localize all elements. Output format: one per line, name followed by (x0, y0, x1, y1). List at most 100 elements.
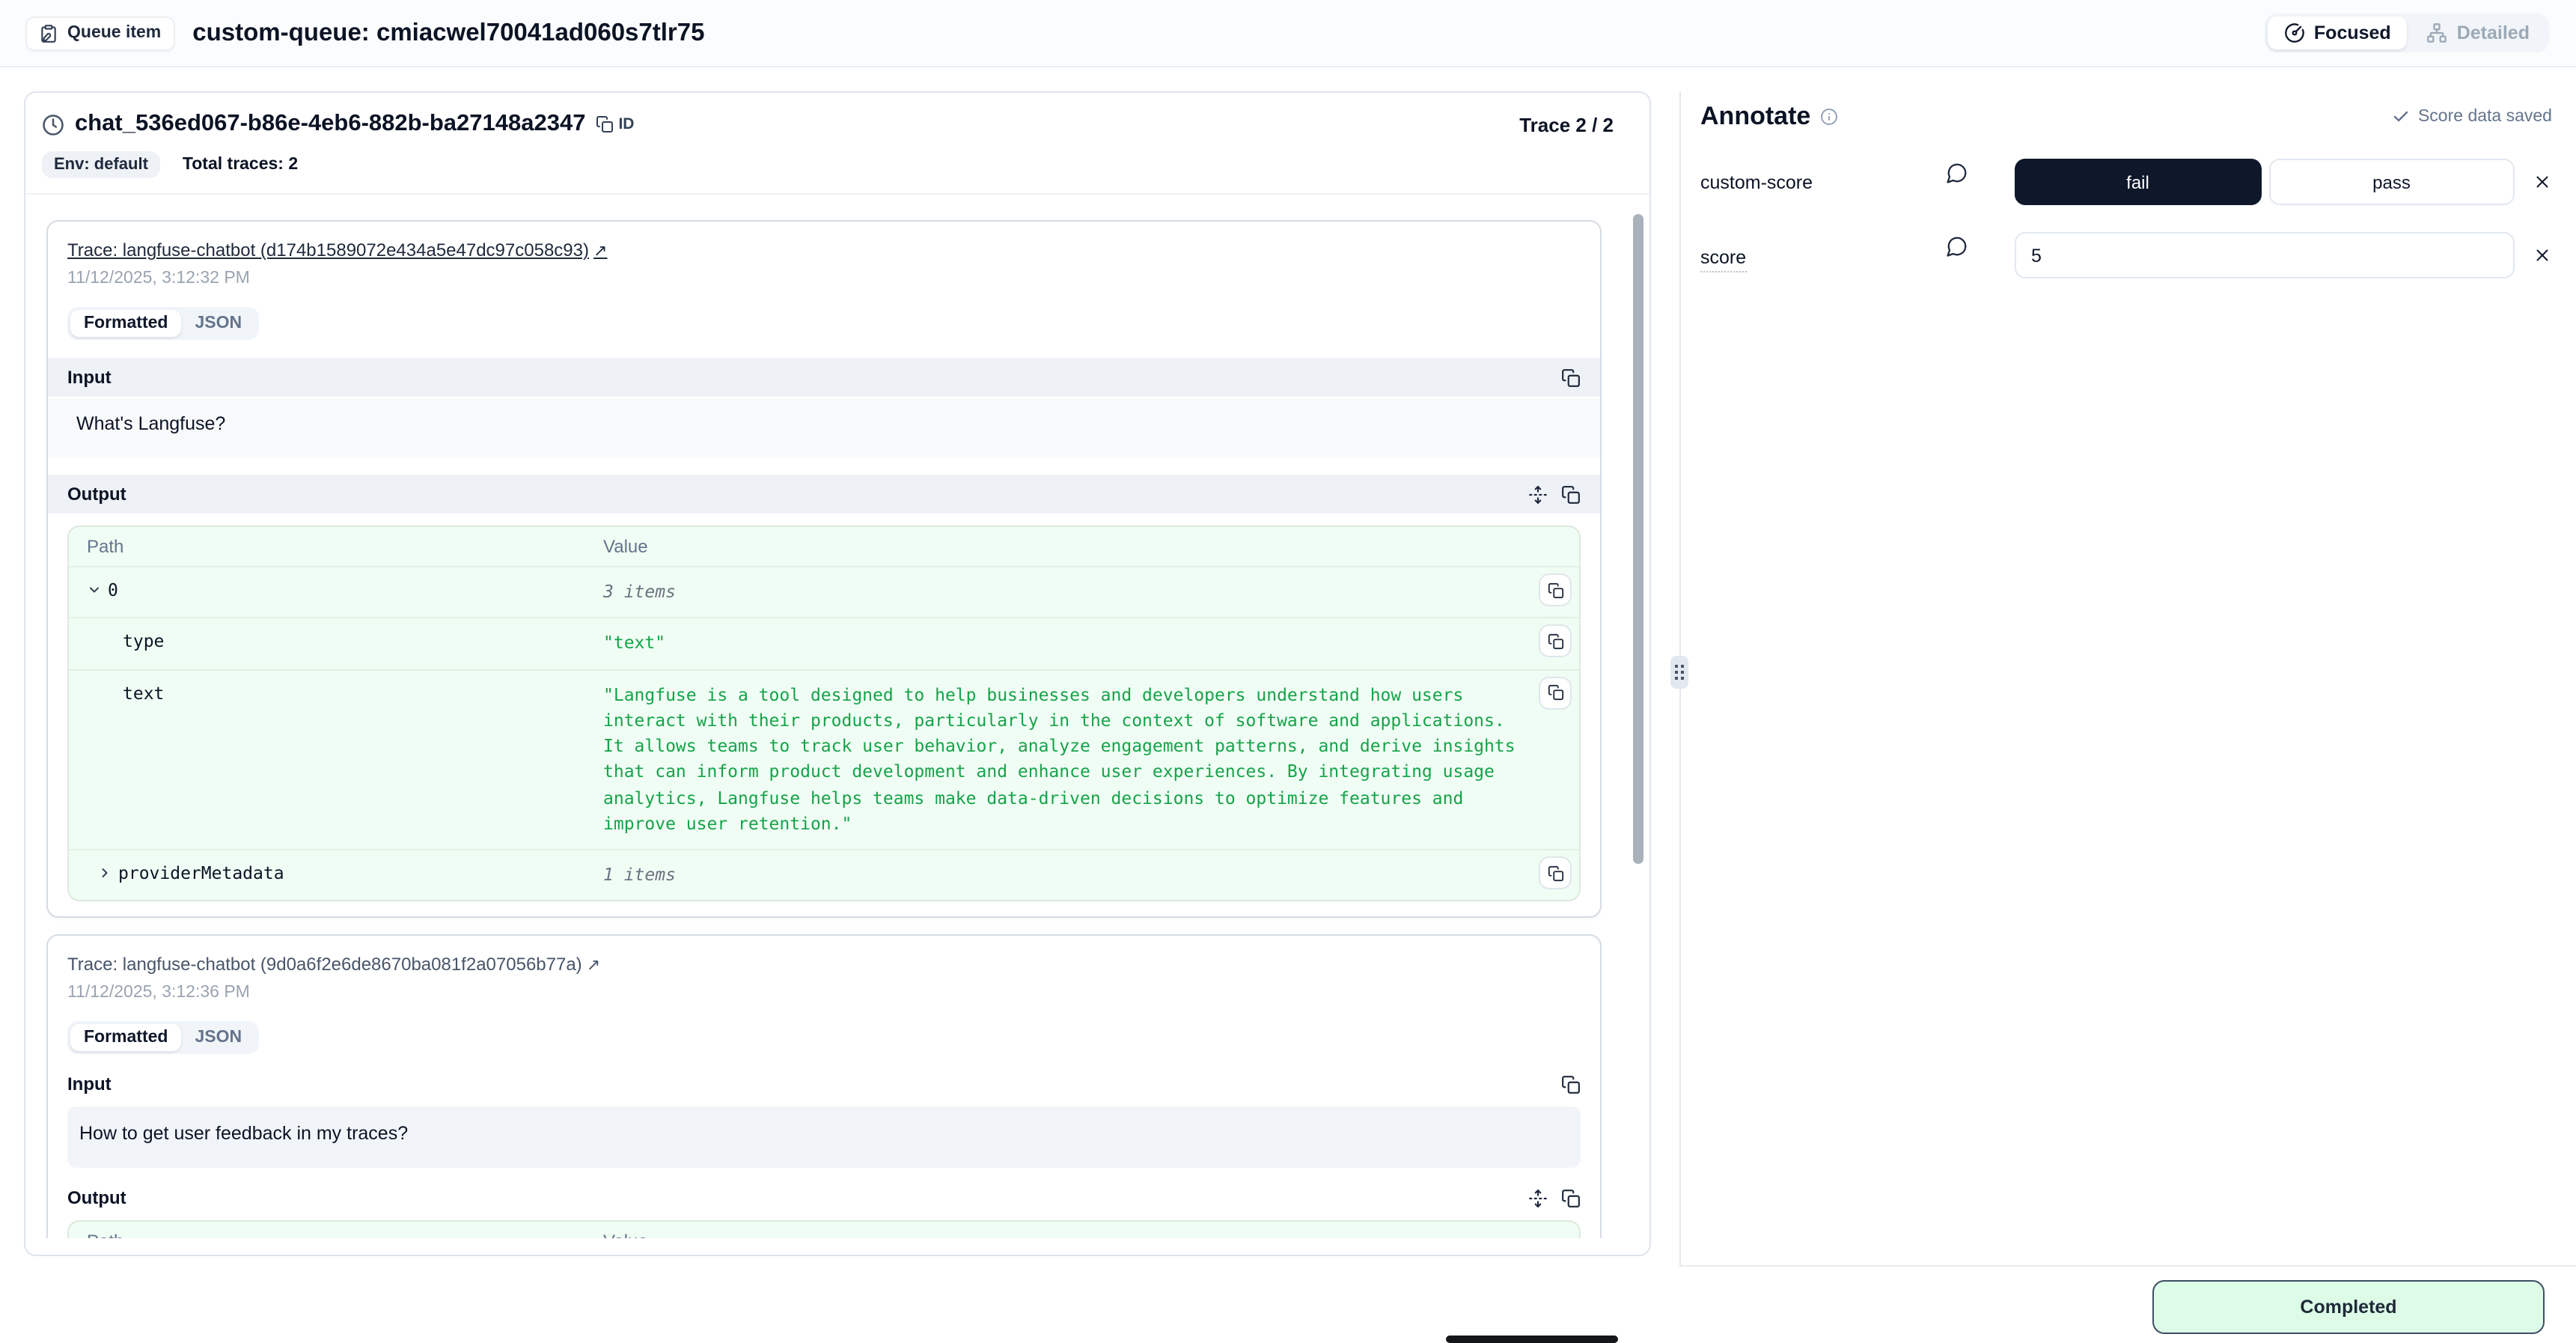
row-key: providerMetadata (118, 862, 284, 883)
copy-row-button[interactable] (1539, 573, 1572, 606)
chevron-right-icon (97, 865, 112, 880)
queue-item-page: Queue item custom-queue: cmiacwel70041ad… (0, 0, 2576, 1343)
x-icon (2533, 172, 2552, 192)
comment-bubble-button[interactable] (1946, 162, 2015, 184)
column-path: Path (87, 1231, 603, 1239)
copy-output-button[interactable] (1561, 1189, 1581, 1208)
view-mode-toggle: Focused Detailed (2265, 13, 2549, 52)
table-row: text "Langfuse is a tool designed to hel… (69, 669, 1579, 849)
copy-row-button[interactable] (1539, 676, 1572, 709)
external-link-icon: ↗ (593, 243, 607, 261)
id-label: ID (618, 115, 634, 133)
table-row[interactable]: providerMetadata 1 items (69, 849, 1579, 901)
trace-link[interactable]: Trace: langfuse-chatbot (d174b1589072e43… (67, 240, 607, 261)
score-label: score (1700, 247, 1946, 278)
score-label: custom-score (1700, 171, 1946, 192)
copy-input-button[interactable] (1561, 368, 1581, 387)
copy-id-button[interactable]: ID (596, 115, 634, 133)
copy-row-button[interactable] (1539, 856, 1572, 889)
row-value: 1 items (603, 862, 1540, 889)
panel-resize-handle[interactable] (1670, 656, 1688, 689)
trace-timestamp: 11/12/2025, 3:12:32 PM (67, 269, 1581, 287)
chevron-down-icon (87, 582, 102, 597)
row-key: 0 (108, 579, 118, 600)
tab-formatted[interactable]: Formatted (70, 1025, 181, 1052)
expand-output-button[interactable] (1528, 1189, 1548, 1208)
output-label: Output (67, 1188, 126, 1209)
horizontal-scrollbar[interactable] (1446, 1336, 1618, 1343)
remove-score-button[interactable] (2533, 172, 2552, 192)
trace-timestamp: 11/12/2025, 3:12:36 PM (67, 984, 1581, 1002)
gauge-icon (2284, 22, 2305, 43)
format-tabs: Formatted JSON (67, 1022, 258, 1055)
trace-link-label: Trace: langfuse-chatbot (d174b1589072e43… (67, 240, 589, 261)
trace-scroll-area: Trace: langfuse-chatbot (d174b1589072e43… (25, 195, 1649, 1238)
unfold-vertical-icon (1528, 484, 1548, 504)
footer-divider (1679, 1265, 2576, 1267)
row-value: "Langfuse is a tool designed to help bus… (603, 682, 1540, 837)
row-key: type (123, 631, 164, 652)
remove-score-button[interactable] (2533, 246, 2552, 265)
message-circle-icon (1946, 235, 1968, 258)
tab-formatted[interactable]: Formatted (70, 310, 181, 337)
tab-json[interactable]: JSON (181, 1025, 255, 1052)
trace-panel: chat_536ed067-b86e-4eb6-882b-ba27148a234… (24, 91, 1651, 1256)
copy-icon (1561, 484, 1581, 504)
copy-icon (596, 115, 614, 133)
row-key: text (123, 682, 164, 703)
score-option-pass[interactable]: pass (2268, 159, 2515, 205)
column-value: Value (603, 536, 1540, 557)
detailed-toggle[interactable]: Detailed (2411, 16, 2546, 49)
input-label: Input (67, 367, 112, 388)
unfold-vertical-icon (1528, 1189, 1548, 1208)
copy-icon (1547, 582, 1563, 598)
row-value: 3 items (603, 579, 1540, 606)
comment-bubble-button[interactable] (1946, 235, 2015, 258)
save-status-label: Score data saved (2418, 108, 2552, 126)
copy-icon (1561, 1075, 1581, 1094)
output-section-header: Output (48, 475, 1600, 514)
top-bar: Queue item custom-queue: cmiacwel70041ad… (0, 0, 2576, 67)
item-title: chat_536ed067-b86e-4eb6-882b-ba27148a234… (75, 111, 585, 138)
env-badge: Env: default (42, 151, 160, 178)
clock-icon (42, 113, 64, 135)
trace-card: Trace: langfuse-chatbot (9d0a6f2e6de8670… (46, 935, 1602, 1239)
left-panel-scrollbar[interactable] (1633, 214, 1643, 864)
score-option-fail[interactable]: fail (2015, 159, 2261, 205)
save-status: Score data saved (2393, 108, 2552, 126)
completed-button[interactable]: Completed (2152, 1280, 2545, 1334)
trace-link[interactable]: Trace: langfuse-chatbot (9d0a6f2e6de8670… (67, 954, 600, 975)
copy-input-button[interactable] (1561, 1075, 1581, 1094)
score-row-custom-score: custom-score fail pass (1700, 159, 2552, 205)
score-row-score: score (1700, 232, 2552, 278)
copy-icon (1561, 368, 1581, 387)
network-icon (2427, 22, 2448, 43)
column-path: Path (87, 536, 603, 557)
tab-json[interactable]: JSON (181, 310, 255, 337)
output-json-table: Path Value 0 3 items (67, 1221, 1581, 1239)
score-input[interactable] (2015, 232, 2515, 278)
focused-toggle[interactable]: Focused (2268, 16, 2408, 49)
column-value: Value (603, 1231, 1540, 1239)
annotate-panel: Annotate Score data saved custom-score f… (1700, 91, 2552, 1265)
input-section-header: Input (48, 358, 1600, 397)
queue-item-badge-label: Queue item (67, 24, 161, 42)
input-label: Input (67, 1074, 112, 1095)
output-json-table: Path Value 0 3 items type " (67, 526, 1581, 902)
table-row[interactable]: 0 3 items (69, 566, 1579, 618)
input-value: What's Langfuse? (48, 398, 1600, 457)
expand-output-button[interactable] (1528, 484, 1548, 504)
trace-card: Trace: langfuse-chatbot (d174b1589072e43… (46, 220, 1602, 919)
format-tabs: Formatted JSON (67, 307, 258, 340)
page-title: custom-queue: cmiacwel70041ad060s7tlr75 (192, 19, 704, 47)
copy-icon (1561, 1189, 1581, 1208)
copy-output-button[interactable] (1561, 484, 1581, 504)
copy-row-button[interactable] (1539, 625, 1572, 658)
output-section-header: Output (67, 1188, 1581, 1209)
trace-link-label: Trace: langfuse-chatbot (9d0a6f2e6de8670… (67, 954, 582, 975)
check-icon (2393, 108, 2411, 126)
output-label: Output (67, 484, 126, 505)
annotate-title: Annotate (1700, 102, 1810, 132)
row-value: "text" (603, 631, 1540, 657)
detailed-toggle-label: Detailed (2457, 22, 2530, 43)
